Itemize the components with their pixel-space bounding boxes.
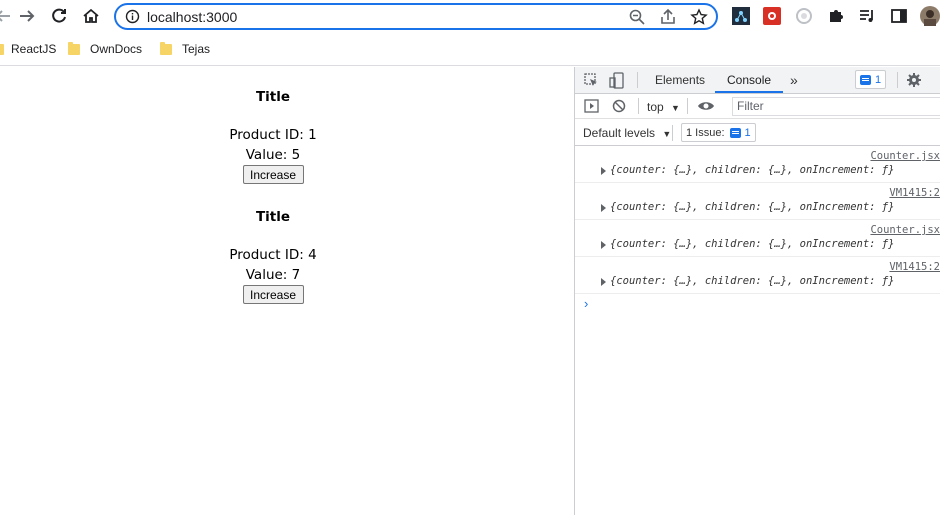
address-bar[interactable]: localhost:3000 [114, 3, 718, 30]
clear-console-icon[interactable] [612, 99, 626, 113]
site-info-icon[interactable] [125, 9, 140, 24]
console-message: VM1415:2 {counter: {…}, children: {…}, o… [575, 183, 940, 220]
increase-button[interactable]: Increase [242, 165, 304, 184]
counter-card: Title Product ID: 4 Value: 7 Increase [0, 209, 546, 304]
media-control-icon[interactable] [857, 6, 877, 26]
extension-react-devtools-icon[interactable] [731, 6, 751, 26]
bookmark-label: Tejas [182, 42, 211, 56]
share-icon[interactable] [659, 8, 677, 26]
divider [687, 98, 688, 114]
expand-triangle-icon[interactable] [601, 204, 606, 212]
show-sidebar-icon[interactable] [584, 99, 599, 113]
logged-object[interactable]: {counter: {…}, children: {…}, onIncremen… [610, 201, 894, 213]
issues-count: 1 [744, 126, 751, 139]
extensions-puzzle-icon[interactable] [826, 6, 846, 26]
dropdown-arrow-icon: ▼ [662, 129, 672, 139]
bookmark-label: ReactJS [11, 42, 57, 56]
bookmark-tejas[interactable]: Tejas [160, 40, 210, 58]
expand-triangle-icon[interactable] [601, 278, 606, 286]
issues-button[interactable]: 1 Issue: 1 [681, 123, 756, 142]
message-icon [729, 127, 741, 138]
context-selector[interactable]: top ▼ [647, 100, 680, 114]
profile-avatar[interactable] [920, 6, 940, 26]
logged-object[interactable]: {counter: {…}, children: {…}, onIncremen… [610, 275, 894, 287]
tab-elements[interactable]: Elements [655, 67, 705, 93]
bookmark-owndocs[interactable]: OwnDocs [68, 40, 142, 58]
product-id: Product ID: 4 [229, 247, 317, 263]
side-panel-icon[interactable] [889, 6, 909, 26]
card-title: Title [255, 209, 291, 225]
page-viewport: Title Product ID: 1 Value: 5 Increase Ti… [0, 67, 574, 515]
extension-gray-circle-icon[interactable] [794, 6, 814, 26]
forward-icon[interactable] [16, 5, 38, 27]
product-id: Product ID: 1 [229, 127, 317, 143]
divider [672, 125, 673, 141]
message-icon [860, 74, 871, 85]
devtools-panel: Elements Console » 1 top ▼ Filter Defaul… [574, 67, 940, 515]
divider [638, 98, 639, 114]
filter-input[interactable]: Filter [732, 97, 940, 116]
console-prompt-icon: › [584, 296, 589, 311]
url-text: localhost:3000 [147, 9, 238, 25]
bookmark-label: OwnDocs [90, 42, 143, 56]
issues-count: 1 [875, 73, 882, 86]
counter-value: Value: 7 [245, 267, 301, 283]
console-prompt-row[interactable]: › [575, 294, 940, 316]
folder-icon [160, 41, 172, 55]
devtools-tabbar: Elements Console » 1 [575, 67, 940, 94]
issues-button-label: 1 Issue: [686, 126, 725, 139]
bookmark-star-icon[interactable] [690, 8, 708, 26]
expand-triangle-icon[interactable] [601, 167, 606, 175]
back-icon[interactable] [0, 5, 14, 27]
reload-icon[interactable] [48, 5, 70, 27]
browser-toolbar: localhost:3000 [0, 0, 940, 33]
tab-console[interactable]: Console [715, 67, 784, 93]
console-message: Counter.jsx {counter: {…}, children: {…}… [575, 220, 940, 257]
zoom-icon[interactable] [628, 8, 646, 26]
console-log-list: Counter.jsx {counter: {…}, children: {…}… [575, 146, 940, 316]
more-tabs-icon[interactable]: » [790, 67, 798, 93]
message-source-link[interactable]: VM1415:2 [889, 261, 940, 273]
issues-badge[interactable]: 1 [855, 70, 887, 89]
console-toolbar: top ▼ Filter [575, 94, 940, 119]
logged-object[interactable]: {counter: {…}, children: {…}, onIncremen… [610, 238, 894, 250]
home-icon[interactable] [80, 5, 102, 27]
divider [637, 72, 638, 88]
levels-label: Default levels [583, 126, 656, 140]
dropdown-arrow-icon: ▼ [671, 103, 680, 113]
console-message: VM1415:2 {counter: {…}, children: {…}, o… [575, 257, 940, 294]
inspect-element-icon[interactable] [584, 73, 599, 88]
extension-red-icon[interactable] [762, 6, 782, 26]
device-toolbar-icon[interactable] [609, 72, 625, 89]
console-levels-bar: Default levels ▼ 1 Issue: 1 [575, 119, 940, 146]
bookmark-reactjs[interactable]: ReactJS [0, 40, 56, 58]
message-source-link[interactable]: VM1415:2 [889, 187, 940, 199]
context-label: top [647, 100, 664, 114]
settings-gear-icon[interactable] [906, 72, 922, 88]
expand-triangle-icon[interactable] [601, 241, 606, 249]
card-title: Title [255, 89, 291, 105]
message-source-link[interactable]: Counter.jsx [870, 150, 940, 162]
folder-icon [68, 41, 80, 55]
counter-card: Title Product ID: 1 Value: 5 Increase [0, 89, 546, 184]
message-source-link[interactable]: Counter.jsx [870, 224, 940, 236]
default-levels-dropdown[interactable]: Default levels ▼ [583, 126, 671, 140]
counter-value: Value: 5 [245, 147, 301, 163]
bookmarks-bar: ReactJS OwnDocs Tejas [0, 33, 940, 66]
divider [897, 72, 898, 88]
live-expression-eye-icon[interactable] [697, 100, 715, 112]
logged-object[interactable]: {counter: {…}, children: {…}, onIncremen… [610, 164, 894, 176]
console-message: Counter.jsx {counter: {…}, children: {…}… [575, 146, 940, 183]
react-icon [0, 43, 4, 55]
increase-button[interactable]: Increase [242, 285, 304, 304]
